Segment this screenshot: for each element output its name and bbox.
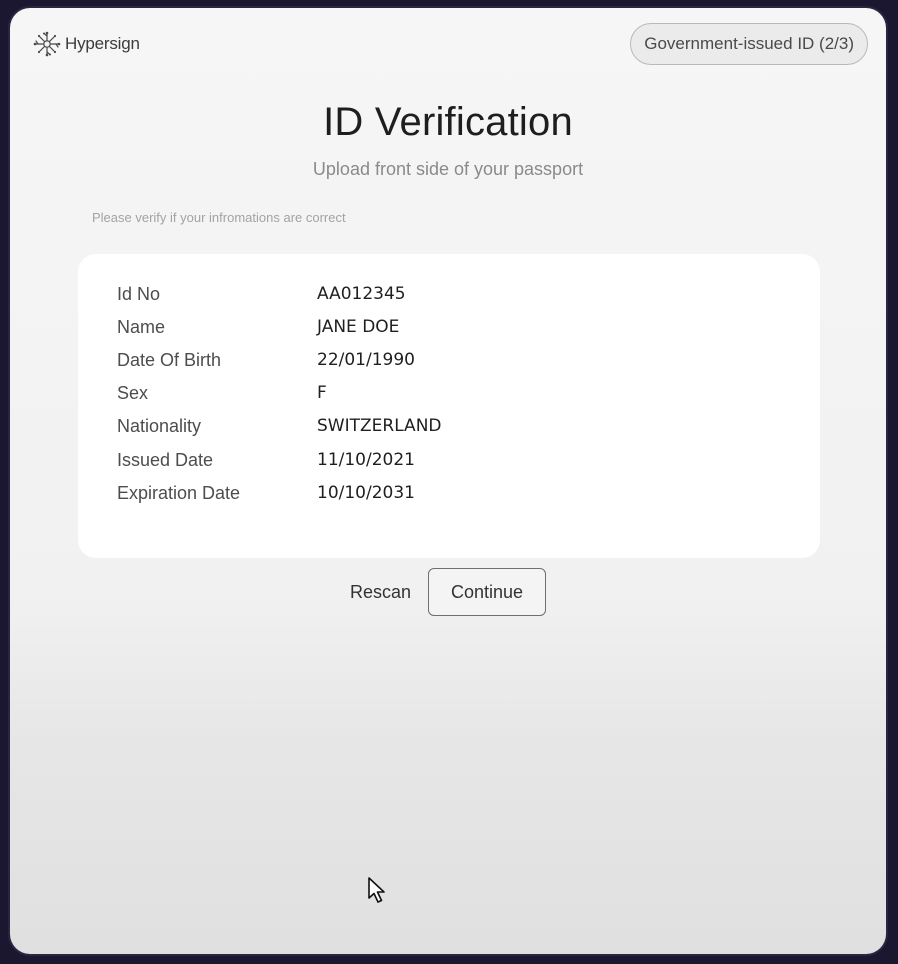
id-details-card: Id No AA012345 Name JANE DOE Date Of Bir…	[78, 254, 820, 558]
hypersign-logo: Hypersign	[32, 30, 140, 58]
detail-row-name: Name JANE DOE	[117, 315, 399, 339]
detail-label: Name	[117, 316, 166, 337]
action-bar: Rescan Continue	[10, 568, 886, 616]
brand-name: Hypersign	[65, 34, 140, 53]
detail-value: AA012345	[317, 284, 406, 304]
detail-row-id-no: Id No AA012345	[117, 282, 406, 306]
detail-label: Id No	[117, 283, 161, 304]
mouse-pointer-icon	[368, 877, 385, 903]
detail-row-expiration-date: Expiration Date 10/10/2031	[117, 481, 415, 505]
detail-value: 10/10/2031	[317, 483, 415, 503]
detail-value: 11/10/2021	[317, 450, 415, 470]
hypersign-logo-icon	[33, 31, 61, 57]
page-title: ID Verification	[323, 100, 573, 144]
detail-value: JANE DOE	[317, 317, 400, 337]
rescan-button[interactable]: Rescan	[350, 582, 411, 603]
page-subtitle: Upload front side of your passport	[312, 159, 584, 179]
step-badge: Government-issued ID (2/3)	[630, 23, 868, 65]
detail-row-nationality: Nationality SWITZERLAND	[117, 414, 442, 438]
continue-button[interactable]: Continue	[428, 568, 547, 616]
detail-value: 22/01/1990	[317, 350, 415, 370]
detail-row-issued-date: Issued Date 11/10/2021	[117, 448, 415, 472]
detail-row-sex: Sex F	[117, 381, 327, 405]
detail-value: SWITZERLAND	[317, 416, 442, 436]
detail-label: Expiration Date	[117, 482, 241, 503]
verify-hint: Please verify if your infromations are c…	[92, 210, 346, 225]
detail-label: Sex	[117, 382, 149, 403]
detail-label: Issued Date	[117, 449, 214, 470]
detail-label: Date Of Birth	[117, 349, 222, 370]
detail-row-date-of-birth: Date Of Birth 22/01/1990	[117, 348, 415, 372]
verification-panel: Hypersign Government-issued ID (2/3) ID …	[10, 8, 886, 954]
detail-label: Nationality	[117, 415, 202, 436]
detail-value: F	[317, 383, 327, 403]
